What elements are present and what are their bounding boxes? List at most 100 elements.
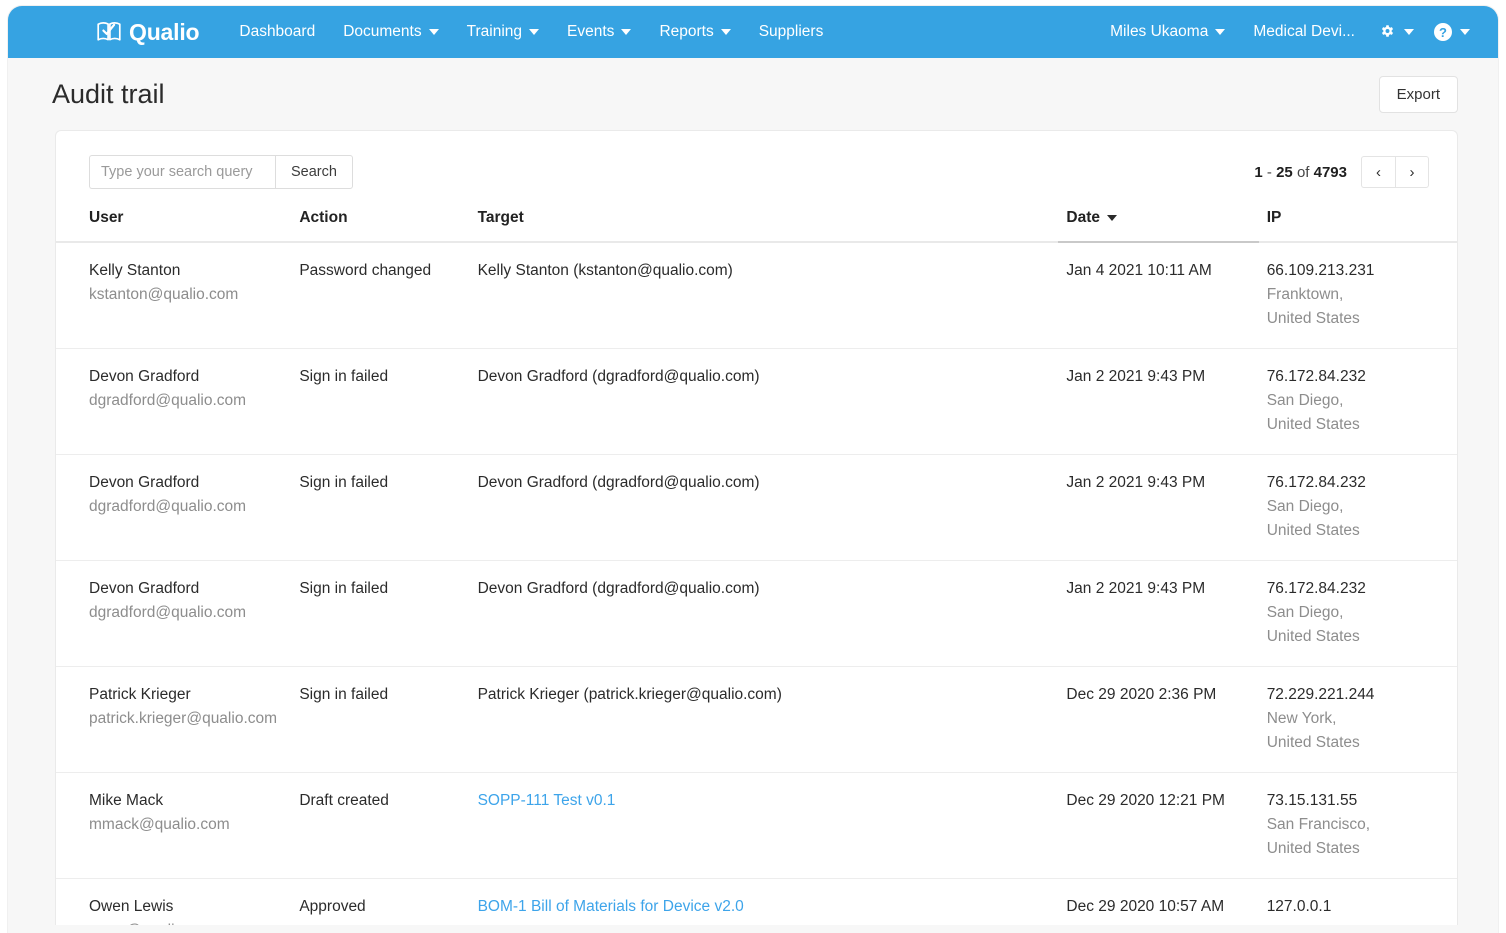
sort-descending-icon	[1107, 215, 1118, 221]
column-header-action[interactable]: Action	[291, 203, 470, 243]
chevron-down-icon	[529, 29, 540, 35]
workspace-menu-label: Medical Devi...	[1253, 23, 1355, 40]
nav-item-suppliers[interactable]: Suppliers	[745, 17, 838, 47]
cell-ip: 72.229.221.244 New York, United States	[1258, 666, 1457, 774]
brand-logo-link[interactable]: Qualio	[96, 18, 200, 46]
column-header-date[interactable]: Date	[1058, 203, 1259, 243]
pagination-summary: 1 - 25 of 4793	[1254, 164, 1347, 181]
workspace-menu[interactable]: Medical Devi...	[1239, 17, 1369, 47]
chevron-down-icon	[720, 29, 731, 35]
chevron-down-icon	[1460, 29, 1470, 35]
table-row: Owen Lewis owen@qualio.com Approved BOM-1 B…	[56, 878, 1457, 925]
cell-target: Devon Gradford (dgradford@qualio.com)	[469, 348, 1059, 456]
user-email: dgradford@qualio.com	[89, 498, 247, 516]
chevron-right-icon[interactable]: ›	[1395, 156, 1429, 188]
primary-nav: Dashboard Documents Training Events Repo…	[225, 17, 837, 47]
top-navbar: Qualio Dashboard Documents Training Even…	[8, 6, 1498, 58]
target-text: Devon Gradford (dgradford@qualio.com)	[477, 580, 760, 598]
export-button[interactable]: Export	[1378, 75, 1458, 113]
cell-target: Devon Gradford (dgradford@qualio.com)	[469, 454, 1059, 562]
brand-name: Qualio	[129, 18, 200, 45]
chevron-down-icon	[621, 29, 632, 35]
table-row: Devon Gradford dgradford@qualio.com Sign i…	[56, 348, 1457, 456]
cell-action: Approved	[291, 878, 470, 925]
cell-action: Sign in failed	[291, 560, 470, 668]
nav-item-label: Reports	[659, 23, 714, 40]
ip-country: United States	[1266, 840, 1360, 858]
cell-action: Sign in failed	[291, 666, 470, 774]
user-email: kstanton@qualio.com	[89, 286, 239, 304]
cell-user: Devon Gradford dgradford@qualio.com	[56, 348, 292, 456]
cell-target: Kelly Stanton (kstanton@qualio.com)	[469, 242, 1059, 350]
cell-action: Sign in failed	[291, 454, 470, 562]
column-header-user[interactable]: User	[56, 203, 292, 243]
target-link[interactable]: SOPP-111 Test v0.1	[478, 792, 616, 809]
column-header-target[interactable]: Target	[469, 203, 1059, 243]
ip-country: United States	[1266, 734, 1360, 752]
chevron-left-icon[interactable]: ‹	[1361, 156, 1395, 188]
of-label: of	[1296, 163, 1310, 181]
ip-city: San Francisco,	[1266, 816, 1371, 834]
cell-action: Sign in failed	[291, 348, 470, 456]
search-group: Search	[89, 155, 353, 189]
user-menu-label: Miles Ukaoma	[1110, 23, 1209, 40]
table-row: Patrick Krieger patrick.krieger@qualio.co…	[56, 666, 1457, 774]
table-header: User Action Target Date IP	[56, 203, 1457, 243]
cell-ip: 76.172.84.232 San Diego, United States	[1258, 560, 1457, 668]
ip-address: 72.229.221.244	[1266, 686, 1375, 704]
chevron-down-icon	[1404, 29, 1414, 35]
cell-date: Jan 2 2021 9:43 PM	[1058, 454, 1259, 562]
nav-item-reports[interactable]: Reports	[645, 17, 744, 47]
cell-date: Jan 4 2021 10:11 AM	[1058, 242, 1259, 350]
column-label: User	[89, 209, 124, 226]
search-input[interactable]	[89, 155, 275, 189]
nav-item-dashboard[interactable]: Dashboard	[225, 17, 329, 47]
card-toolbar: Search 1 - 25 of 4793 ‹ ›	[56, 131, 1457, 203]
cell-date: Dec 29 2020 10:57 AM	[1058, 878, 1259, 925]
range-end: 25	[1276, 163, 1293, 181]
ip-city: San Diego,	[1266, 604, 1344, 622]
column-header-ip[interactable]: IP	[1258, 203, 1457, 243]
cell-user: Devon Gradford dgradford@qualio.com	[56, 454, 292, 562]
nav-item-label: Events	[567, 23, 615, 40]
target-text: Patrick Krieger (patrick.krieger@qualio.…	[477, 686, 782, 704]
table-row: Devon Gradford dgradford@qualio.com Sign i…	[56, 560, 1457, 668]
user-email: mmack@qualio.com	[89, 816, 230, 834]
search-button[interactable]: Search	[275, 155, 353, 189]
nav-item-training[interactable]: Training	[453, 17, 553, 47]
cell-date: Jan 2 2021 9:43 PM	[1058, 560, 1259, 668]
app-window: Qualio Dashboard Documents Training Even…	[8, 6, 1498, 933]
settings-menu[interactable]	[1369, 18, 1424, 47]
help-menu[interactable]: ?	[1424, 17, 1480, 47]
ip-country: United States	[1266, 310, 1360, 328]
question-circle-icon: ?	[1434, 23, 1452, 41]
cell-date: Dec 29 2020 2:36 PM	[1058, 666, 1259, 774]
ip-city: New York,	[1266, 710, 1337, 728]
action-label: Approved	[299, 898, 366, 916]
date-text: Jan 2 2021 9:43 PM	[1066, 474, 1206, 492]
cell-action: Draft created	[291, 772, 470, 880]
page-header: Audit trail Export	[8, 58, 1498, 130]
nav-item-documents[interactable]: Documents	[329, 17, 452, 47]
action-label: Sign in failed	[299, 580, 389, 598]
target-link[interactable]: BOM-1 Bill of Materials for Device v2.0	[478, 898, 744, 915]
cell-date: Dec 29 2020 12:21 PM	[1058, 772, 1259, 880]
user-name: Devon Gradford	[89, 368, 200, 386]
user-email: patrick.krieger@qualio.com	[89, 710, 278, 728]
user-menu[interactable]: Miles Ukaoma	[1096, 17, 1239, 47]
cell-target: Devon Gradford (dgradford@qualio.com)	[469, 560, 1059, 668]
user-name: Kelly Stanton	[89, 262, 181, 279]
nav-item-events[interactable]: Events	[553, 17, 645, 47]
page-title: Audit trail	[52, 78, 165, 109]
target-text: Devon Gradford (dgradford@qualio.com)	[477, 474, 760, 492]
cell-target: SOPP-111 Test v0.1	[469, 772, 1059, 880]
action-label: Password changed	[299, 262, 432, 279]
chevron-down-icon	[428, 29, 439, 35]
chevron-down-icon	[1215, 29, 1226, 35]
table-row: Mike Mack mmack@qualio.com Draft created SO…	[56, 772, 1457, 880]
cell-target: BOM-1 Bill of Materials for Device v2.0	[469, 878, 1059, 925]
ip-address: 127.0.0.1	[1266, 898, 1332, 916]
ip-country: United States	[1266, 522, 1360, 540]
cell-ip: 66.109.213.231 Franktown, United States	[1258, 242, 1457, 350]
cell-ip: 76.172.84.232 San Diego, United States	[1258, 348, 1457, 456]
